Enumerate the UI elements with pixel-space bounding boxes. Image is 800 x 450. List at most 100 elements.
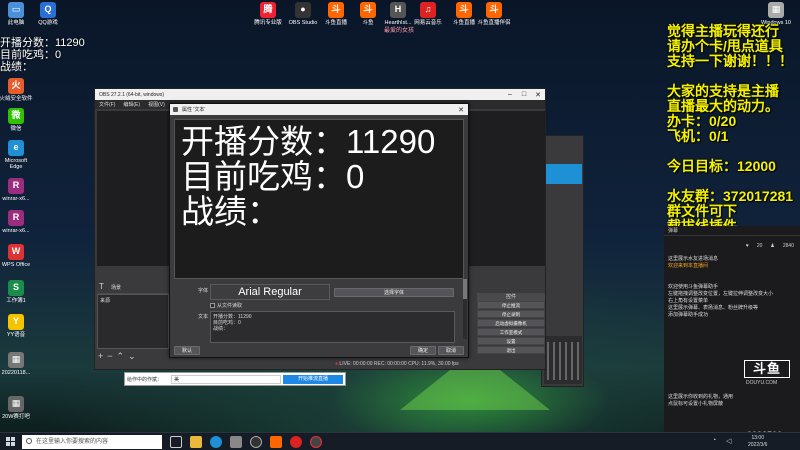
search-icon <box>26 438 32 444</box>
down-icon[interactable]: ⌄ <box>128 351 140 361</box>
obs-titlebar[interactable]: OBS 27.2.1 (64-bit, windows) – □ ✕ <box>95 89 545 100</box>
overlay-right-line: 群文件可下 <box>667 203 737 219</box>
desktop-icon[interactable]: e Microsoft Edge <box>0 140 34 170</box>
select-font-button[interactable]: 选择字体 <box>334 288 454 297</box>
file-explorer-icon[interactable] <box>190 436 202 448</box>
add-icon[interactable]: + <box>98 351 107 361</box>
desktop-icon[interactable]: ▦ 20W赛打吧 <box>0 396 34 420</box>
text-input[interactable]: 开播分数：11290 目前吃鸡：0 战绩： <box>210 311 455 343</box>
desktop-icon-label: YY语音 <box>6 332 26 338</box>
defaults-button[interactable]: 默认 <box>174 346 200 355</box>
obs2-mixer <box>544 336 582 384</box>
store-icon[interactable] <box>230 436 242 448</box>
desktop-app-icon: ● <box>295 2 311 18</box>
menu-edit[interactable]: 编辑(E) <box>123 101 140 108</box>
desktop-icon-label: OBS Studio <box>288 20 318 26</box>
obs-controls-panel: 控件 停止推流 停止录制 启动虚拟摄像机 工作室模式 设置 退出 <box>477 293 545 355</box>
desktop-app-icon: e <box>8 140 24 156</box>
scene-toolbar[interactable]: +−⌃⌄ <box>98 351 140 362</box>
mixer-slider[interactable] <box>577 342 579 380</box>
overlay-right-line: 办卡：0/20 <box>667 113 737 129</box>
desktop-icon[interactable]: Y YY语音 <box>0 314 34 338</box>
start-stream-button[interactable]: 开始推流直播 <box>283 375 343 384</box>
text-source-icon: T <box>99 282 104 291</box>
mixer-slider[interactable] <box>559 342 561 380</box>
obs-recording-icon[interactable] <box>310 436 322 448</box>
checkbox-box[interactable] <box>210 303 215 308</box>
close-icon[interactable]: ✕ <box>454 106 468 114</box>
ok-button[interactable]: 确定 <box>410 346 436 355</box>
stop-record-button[interactable]: 停止录制 <box>477 310 545 318</box>
desktop-icon[interactable]: Rwinrar-x6... <box>0 210 34 234</box>
preview-line3: 战绩： <box>181 192 280 231</box>
desktop-icon[interactable]: ▭ 此电脑 <box>0 2 34 26</box>
remove-icon[interactable]: − <box>107 351 116 361</box>
stat-left: 20 <box>756 243 763 249</box>
scene-panel-label: 场景 <box>111 285 122 291</box>
record-dot-icon: ● <box>335 361 339 367</box>
stream-overlay-left: 开播分数：11290 目前吃鸡：0 战绩： <box>0 37 85 73</box>
obs-window-secondary[interactable] <box>541 135 584 387</box>
volume-icon[interactable]: ◁ <box>726 437 731 445</box>
desktop-app-icon: W <box>8 244 24 260</box>
settings-button[interactable]: 设置 <box>477 337 545 345</box>
desktop-icon[interactable]: 斗斗鱼直播 <box>318 2 354 26</box>
taskbar-clock[interactable]: 13:00 2022/3/6 <box>748 435 767 449</box>
controls-header: 控件 <box>477 293 545 301</box>
gift-info: 这里展示你收到的礼物，通用 点鼠标可设置小礼物屏蔽 <box>668 394 733 408</box>
desktop-icon[interactable]: 腾腾讯专业版 <box>250 2 286 26</box>
text-label: 文本 <box>198 314 209 320</box>
desktop-icon[interactable]: W WPS Office <box>0 244 34 268</box>
start-windows-icon[interactable] <box>6 437 16 447</box>
desktop-icon[interactable]: Q QQ游戏 <box>30 2 66 26</box>
top-marquee-text: 最爱的女孩 <box>384 28 415 34</box>
dialog-titlebar[interactable]: 属性 '文本' ✕ <box>170 104 468 115</box>
desktop-icon[interactable]: ● OBS Studio <box>285 2 321 26</box>
netease-music-icon[interactable] <box>290 436 302 448</box>
desktop-icon[interactable]: Rwinrar-x6... <box>0 178 34 202</box>
maximize-icon[interactable]: □ <box>517 91 531 99</box>
danmu-input-field[interactable]: 美 <box>171 375 281 384</box>
close-icon[interactable]: ✕ <box>531 91 545 99</box>
mixer-slider[interactable] <box>553 342 555 380</box>
desktop-icon[interactable]: ♫ 网易云音乐 <box>410 2 446 26</box>
mixer-slider[interactable] <box>565 342 567 380</box>
desktop-icon[interactable]: 火火绒安全软件 <box>0 78 34 102</box>
menu-view[interactable]: 视图(V) <box>148 101 165 108</box>
up-icon[interactable]: ⌃ <box>117 351 129 361</box>
mixer-slider[interactable] <box>547 342 549 380</box>
stop-stream-button[interactable]: 停止推流 <box>477 301 545 309</box>
obs-title: OBS 27.2.1 (64-bit, windows) <box>99 91 165 98</box>
exit-button[interactable]: 退出 <box>477 346 545 354</box>
scrollbar-thumb[interactable] <box>463 279 467 299</box>
desktop-icon[interactable]: ▦ 20220118... <box>0 352 34 376</box>
menu-file[interactable]: 文件(F) <box>99 101 115 108</box>
scene-list[interactable]: 来源 <box>97 294 169 349</box>
obs-taskbar-icon[interactable] <box>250 436 262 448</box>
desktop-app-icon: R <box>8 178 24 194</box>
desktop-icon-label: 斗鱼直播伴侣 <box>477 20 511 26</box>
douyu-taskbar-icon[interactable] <box>270 436 282 448</box>
network-icon[interactable]: ◔ <box>712 437 716 444</box>
read-from-file-label: 从文件读取 <box>217 303 243 309</box>
obs-statusbar: ● LIVE: 00:00:00 REC: 00:00:00 CPU: 11.9… <box>335 361 459 367</box>
dialog-scrollbar[interactable] <box>463 279 467 339</box>
desktop-icon[interactable]: 斗斗鱼直播伴侣 <box>476 2 512 26</box>
read-from-file-checkbox[interactable]: 从文件读取 <box>210 302 242 309</box>
douyu-danmu-panel[interactable]: 弹幕 ♥ 20 ♟ 2840 这里展示水友进场消息 欢迎来到本直播间 欢迎使用斗鱼弹… <box>664 226 800 432</box>
mixer-slider[interactable] <box>571 342 573 380</box>
cancel-button[interactable]: 取消 <box>438 346 464 355</box>
desktop-icon[interactable]: S 工作簿1 <box>0 280 34 304</box>
desktop-app-icon: S <box>8 280 24 296</box>
danmu-message: 这里展示弹幕、表扬消息、粉丝牌升级等 <box>668 305 759 311</box>
minimize-icon[interactable]: – <box>503 91 517 99</box>
task-view-icon[interactable] <box>170 436 182 448</box>
taskbar-search[interactable]: 在这里输入你要搜索的内容 <box>22 435 162 449</box>
text-properties-dialog[interactable]: 属性 '文本' ✕ 开播分数：11290 目前吃鸡：0 战绩： 字体 Arial… <box>169 103 469 358</box>
virtual-camera-button[interactable]: 启动虚拟摄像机 <box>477 319 545 327</box>
font-label: 字体 <box>198 288 209 294</box>
edge-icon[interactable] <box>210 436 222 448</box>
obs2-selected-source[interactable] <box>544 164 582 184</box>
studio-mode-button[interactable]: 工作室模式 <box>477 328 545 336</box>
desktop-icon[interactable]: 微微信 <box>0 108 34 132</box>
